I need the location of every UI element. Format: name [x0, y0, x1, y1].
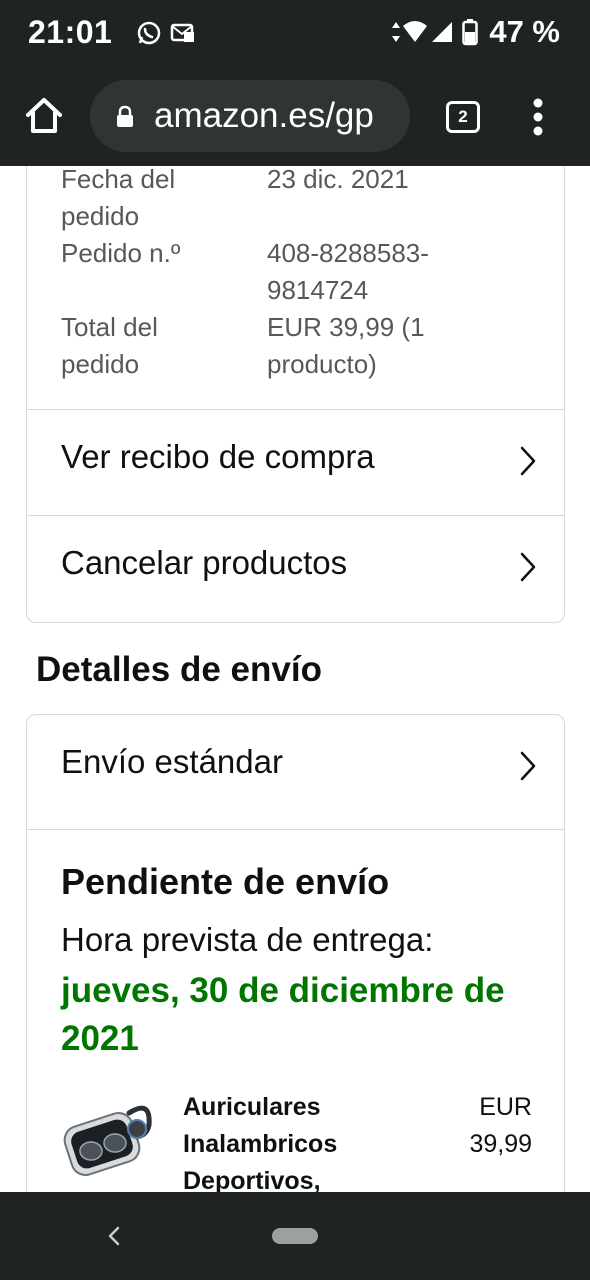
tabs-icon[interactable]: 2: [446, 101, 480, 133]
shipping-card: Envío estándar Pendiente de envío Hora p…: [26, 714, 565, 1192]
product-price: EUR 39,99: [469, 1093, 532, 1158]
shipping-method-label: Envío estándar: [61, 743, 283, 780]
shipping-section-title: Detalles de envío: [36, 650, 322, 689]
chevron-right-icon: [520, 552, 536, 582]
wifi-icon: [403, 21, 427, 42]
divider: [27, 829, 564, 830]
order-number-label: Pedido n.º: [61, 238, 181, 268]
home-icon[interactable]: [24, 96, 64, 136]
chevron-right-icon: [520, 751, 536, 781]
view-receipt-label: Ver recibo de compra: [61, 438, 375, 475]
status-time: 21:01: [28, 14, 113, 50]
order-number-value: 408-8288583- 9814724: [267, 238, 429, 305]
whatsapp-icon: [137, 21, 161, 45]
signal-icon: [432, 22, 452, 42]
product-name-link[interactable]: Auriculares Inalambricos Deportivos,: [183, 1089, 383, 1192]
order-summary-card: Fecha del pedido 23 dic. 2021 Pedido n.º…: [26, 166, 565, 623]
shipment-status: Pendiente de envío: [61, 861, 390, 902]
lock-icon: [117, 105, 133, 127]
cancel-products-label: Cancelar productos: [61, 544, 348, 581]
back-icon[interactable]: [108, 1226, 120, 1246]
more-menu-icon[interactable]: [532, 98, 544, 136]
browser-toolbar: amazon.es/gp 2: [0, 68, 590, 166]
page-content: Fecha del pedido 23 dic. 2021 Pedido n.º…: [0, 166, 590, 1192]
product-image[interactable]: [63, 1091, 157, 1181]
eta-date: jueves, 30 de diciembre de 2021: [61, 971, 505, 1058]
url-text: amazon.es/gp: [154, 96, 374, 135]
order-date-label: Fecha del pedido: [61, 166, 176, 231]
shipping-method-link[interactable]: Envío estándar: [27, 715, 564, 821]
chevron-right-icon: [520, 446, 536, 476]
cancel-products-link[interactable]: Cancelar productos: [27, 515, 564, 621]
system-nav-bar: [0, 1192, 590, 1280]
battery-icon: [462, 19, 478, 46]
order-total-value: EUR 39,99 (1 producto): [267, 312, 425, 379]
url-bar[interactable]: amazon.es/gp: [90, 80, 410, 152]
status-bar: 21:01 47 %: [0, 0, 590, 68]
message-icon: [170, 23, 194, 42]
order-total-label: Total del pedido: [61, 312, 158, 379]
home-pill[interactable]: [272, 1228, 318, 1244]
eta-label: Hora prevista de entrega:: [61, 921, 434, 958]
view-receipt-link[interactable]: Ver recibo de compra: [27, 409, 564, 515]
battery-percent: 47 %: [489, 14, 560, 49]
order-date-value: 23 dic. 2021: [267, 166, 409, 194]
data-arrows-icon: [392, 22, 400, 42]
